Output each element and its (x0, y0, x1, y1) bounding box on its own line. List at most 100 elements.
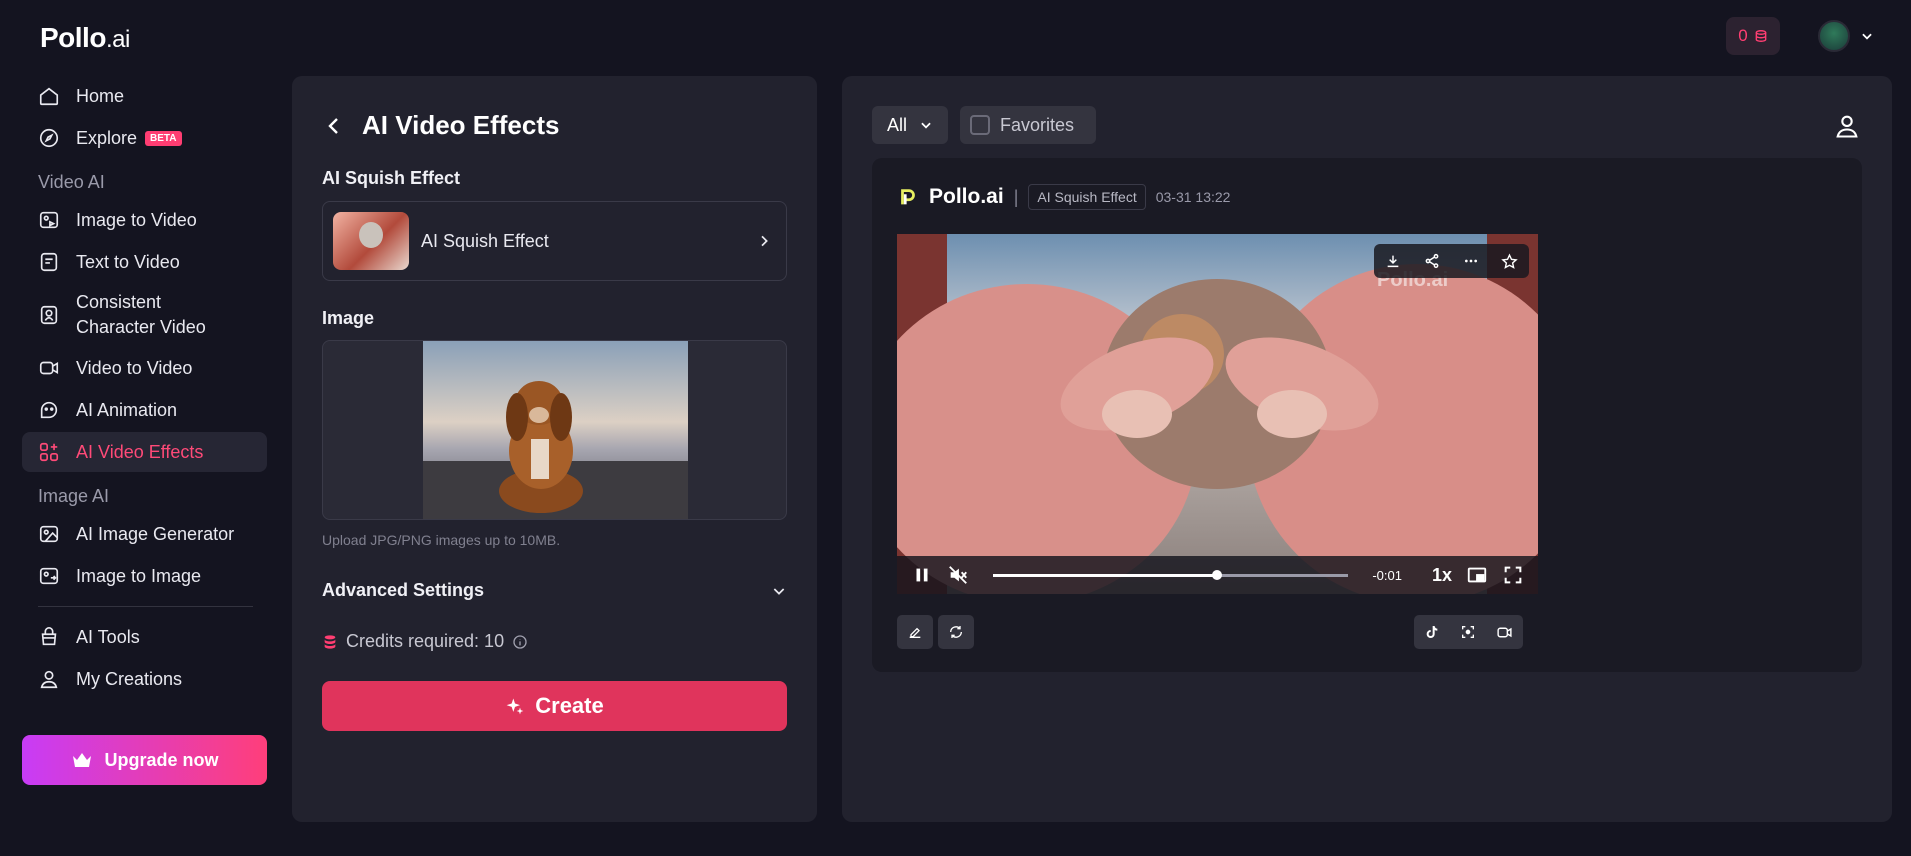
frame-capture-button[interactable] (1460, 624, 1476, 640)
sidebar-item-image-to-image[interactable]: Image to Image (22, 556, 267, 596)
beta-badge: BETA (145, 130, 182, 146)
video-frame: Pollo.ai (897, 234, 1538, 594)
upgrade-label: Upgrade now (104, 749, 219, 770)
time-remaining: -0:01 (1372, 567, 1402, 583)
uploaded-dog-image (423, 341, 688, 519)
pause-icon[interactable] (911, 564, 933, 586)
back-arrow-icon[interactable] (322, 114, 346, 138)
sidebar-item-explore[interactable]: Explore BETA (22, 118, 267, 158)
sidebar-item-label: Image to Image (76, 565, 202, 586)
sidebar-item-ai-image-generator[interactable]: AI Image Generator (22, 514, 267, 554)
info-icon[interactable] (512, 634, 528, 650)
video-icon (39, 361, 59, 375)
user-icon (40, 670, 58, 689)
advanced-settings-toggle[interactable]: Advanced Settings (322, 580, 787, 601)
sidebar-item-label: Video to Video (76, 357, 193, 378)
video-camera-icon (1497, 627, 1512, 637)
sidebar-item-ai-animation[interactable]: AI Animation (22, 390, 267, 430)
filter-dropdown[interactable]: All (872, 106, 948, 144)
effect-thumbnail (333, 212, 409, 270)
upload-hint: Upload JPG/PNG images up to 10MB. (322, 532, 561, 548)
sidebar-item-label: Image to Video (76, 209, 197, 230)
credits-count: 0 (1738, 26, 1748, 45)
effect-selector[interactable]: AI Squish Effect (322, 201, 787, 281)
account-menu[interactable] (1818, 20, 1874, 52)
coin-stack-icon (1755, 30, 1767, 42)
sidebar-item-label: Explore (76, 127, 138, 148)
sidebar-item-label: Consistent Character Video (76, 292, 206, 337)
home-icon (39, 87, 59, 106)
progress-fill (993, 573, 1217, 577)
tools-icon (41, 627, 57, 646)
sidebar-item-label: Home (76, 85, 125, 106)
progress-knob[interactable] (1211, 569, 1222, 580)
advanced-settings-label: Advanced Settings (322, 580, 485, 600)
video-extend-button[interactable] (1496, 624, 1513, 641)
sidebar-item-label: AI Image Generator (76, 523, 235, 544)
sidebar-item-image-to-video[interactable]: Image to Video (22, 200, 267, 240)
favorite-button[interactable] (1496, 247, 1524, 275)
fullscreen-icon[interactable] (1502, 564, 1524, 586)
sidebar-item-text-to-video[interactable]: Text to Video (22, 242, 267, 282)
image-section-label: Image (322, 308, 375, 328)
star-icon (1501, 252, 1518, 269)
page-title: AI Video Effects (362, 110, 560, 140)
coin-stack-icon (324, 634, 336, 649)
download-button[interactable] (1379, 247, 1407, 275)
progress-bar[interactable] (993, 569, 1349, 580)
timestamp: 03-31 13:22 (1155, 189, 1231, 205)
favorites-checkbox[interactable] (970, 115, 990, 135)
filter-value: All (886, 114, 907, 135)
sidebar-item-consistent-character-video[interactable]: Consistent Character Video (22, 284, 267, 346)
chevron-right-icon (761, 235, 768, 247)
sidebar-item-ai-video-effects[interactable]: AI Video Effects (22, 432, 267, 472)
image-video-icon (39, 211, 59, 229)
sidebar-item-home[interactable]: Home (22, 76, 267, 116)
credits-balance[interactable]: 0 (1726, 17, 1780, 55)
chevron-down-icon (773, 587, 785, 595)
avatar (1818, 20, 1850, 52)
playback-speed[interactable]: 1x (1432, 565, 1452, 586)
effect-tag: AI Squish Effect (1028, 184, 1146, 210)
user-profile-icon[interactable] (1833, 112, 1861, 140)
effects-form-panel: AI Video Effects AI Squish Effect AI Squ… (292, 76, 817, 822)
sidebar-item-label: My Creations (76, 668, 183, 689)
sidebar-item-ai-tools[interactable]: AI Tools (22, 617, 267, 657)
video-toolbar (1374, 244, 1529, 278)
image-upload-area[interactable] (322, 340, 787, 520)
logo[interactable]: Pollo.ai (40, 22, 130, 54)
sidebar-item-label: AI Animation (76, 399, 178, 420)
tiktok-button[interactable] (1424, 624, 1440, 640)
picture-in-picture-icon[interactable] (1466, 564, 1488, 586)
chevron-down-icon (921, 122, 931, 129)
share-button[interactable] (1418, 247, 1446, 275)
chevron-down-icon (1862, 33, 1872, 40)
sidebar-item-my-creations[interactable]: My Creations (22, 659, 267, 699)
credits-required: Credits required: 10 (322, 631, 528, 652)
refresh-icon (950, 626, 962, 638)
favorites-filter[interactable]: Favorites (960, 106, 1096, 144)
sidebar-item-video-to-video[interactable]: Video to Video (22, 348, 267, 388)
more-options-button[interactable] (1457, 247, 1485, 275)
effect-section-label: AI Squish Effect (322, 168, 461, 188)
effect-selected-name: AI Squish Effect (421, 230, 549, 251)
export-actions (1414, 615, 1523, 649)
form-header: AI Video Effects (322, 110, 559, 141)
effects-icon (39, 442, 59, 462)
mute-icon[interactable] (947, 564, 969, 586)
create-button[interactable]: Create (322, 681, 787, 731)
card-brand: Pollo.ai (929, 185, 1004, 208)
regenerate-button[interactable] (938, 615, 974, 649)
upgrade-button[interactable]: Upgrade now (22, 735, 267, 785)
video-player[interactable]: Pollo.ai -0:01 1x (897, 234, 1538, 594)
crown-icon (73, 753, 92, 767)
sidebar-item-label: AI Video Effects (76, 441, 204, 462)
image-image-icon (39, 567, 59, 585)
text-video-icon (40, 252, 58, 272)
focus-frame-icon (1462, 626, 1474, 638)
download-icon (1388, 255, 1399, 268)
share-icon (1425, 253, 1439, 269)
sidebar-item-label: AI Tools (76, 626, 140, 647)
edit-button[interactable] (897, 615, 933, 649)
divider (38, 606, 253, 607)
